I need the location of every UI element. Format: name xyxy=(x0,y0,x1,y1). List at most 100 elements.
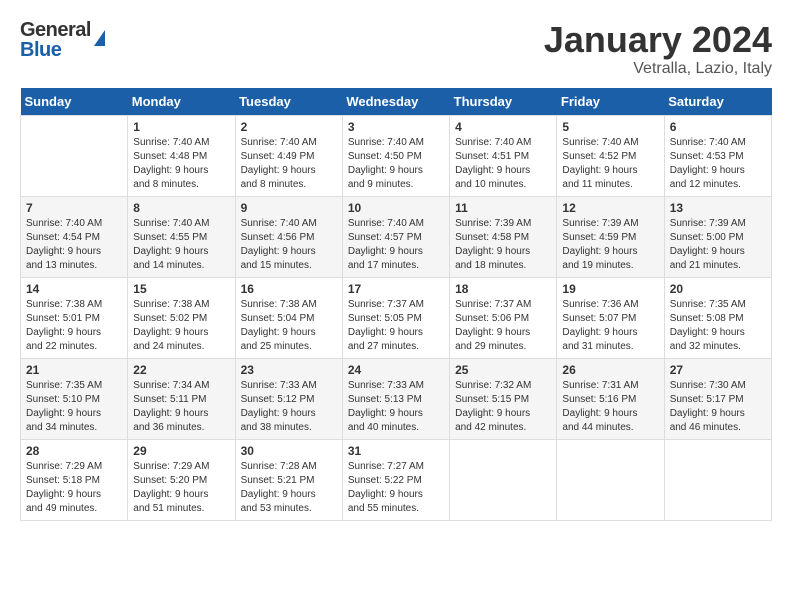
calendar-cell: 8Sunrise: 7:40 AMSunset: 4:55 PMDaylight… xyxy=(128,196,235,277)
calendar-cell: 18Sunrise: 7:37 AMSunset: 5:06 PMDayligh… xyxy=(450,277,557,358)
calendar-cell: 25 Sunrise: 7:32 AMSunset: 5:15 PMDayligh… xyxy=(450,358,557,439)
day-number: 12 xyxy=(562,201,658,215)
col-header-monday: Monday xyxy=(128,88,235,116)
col-header-wednesday: Wednesday xyxy=(342,88,449,116)
day-number: 7 xyxy=(26,201,122,215)
day-number: 21 xyxy=(26,363,122,377)
day-info: Sunrise: 7:40 AMSunset: 4:51 PMDaylight:… xyxy=(455,136,551,192)
calendar-cell: 22 Sunrise: 7:34 AMSunset: 5:11 PMDayligh… xyxy=(128,358,235,439)
day-number: 17 xyxy=(348,282,444,296)
calendar-cell: 29Sunrise: 7:29 AMSunset: 5:20 PMDayligh… xyxy=(128,439,235,520)
calendar-cell: 2 Sunrise: 7:40 AMSunset: 4:49 PMDaylight… xyxy=(235,115,342,196)
day-number: 18 xyxy=(455,282,551,296)
day-info: Sunrise: 7:39 AMSunset: 5:00 PMDaylight:… xyxy=(670,217,766,273)
day-number: 1 xyxy=(133,120,229,134)
day-number: 19 xyxy=(562,282,658,296)
day-number: 31 xyxy=(348,444,444,458)
calendar-week-row: 14 Sunrise: 7:38 AMSunset: 5:01 PMDayligh… xyxy=(21,277,772,358)
calendar-cell: 11Sunrise: 7:39 AMSunset: 4:58 PMDayligh… xyxy=(450,196,557,277)
calendar-cell xyxy=(664,439,771,520)
day-info: Sunrise: 7:27 AMSunset: 5:22 PMDaylight:… xyxy=(348,460,444,516)
day-number: 6 xyxy=(670,120,766,134)
day-number: 11 xyxy=(455,201,551,215)
day-number: 23 xyxy=(241,363,337,377)
day-number: 26 xyxy=(562,363,658,377)
calendar-cell: 13 Sunrise: 7:39 AMSunset: 5:00 PMDayligh… xyxy=(664,196,771,277)
day-number: 16 xyxy=(241,282,337,296)
calendar-cell: 31 Sunrise: 7:27 AMSunset: 5:22 PMDayligh… xyxy=(342,439,449,520)
day-number: 3 xyxy=(348,120,444,134)
col-header-thursday: Thursday xyxy=(450,88,557,116)
calendar-cell: 30 Sunrise: 7:28 AMSunset: 5:21 PMDayligh… xyxy=(235,439,342,520)
calendar-cell: 17 Sunrise: 7:37 AMSunset: 5:05 PMDayligh… xyxy=(342,277,449,358)
day-number: 13 xyxy=(670,201,766,215)
day-info: Sunrise: 7:29 AMSunset: 5:18 PMDaylight:… xyxy=(26,460,122,516)
calendar-cell: 20 Sunrise: 7:35 AMSunset: 5:08 PMDayligh… xyxy=(664,277,771,358)
calendar-cell: 15 Sunrise: 7:38 AMSunset: 5:02 PMDayligh… xyxy=(128,277,235,358)
day-number: 20 xyxy=(670,282,766,296)
col-header-tuesday: Tuesday xyxy=(235,88,342,116)
day-number: 28 xyxy=(26,444,122,458)
day-number: 5 xyxy=(562,120,658,134)
day-info: Sunrise: 7:40 AMSunset: 4:56 PMDaylight:… xyxy=(241,217,337,273)
calendar-table: SundayMondayTuesdayWednesdayThursdayFrid… xyxy=(20,88,772,521)
calendar-cell: 27Sunrise: 7:30 AMSunset: 5:17 PMDayligh… xyxy=(664,358,771,439)
calendar-cell: 24 Sunrise: 7:33 AMSunset: 5:13 PMDayligh… xyxy=(342,358,449,439)
calendar-cell: 19 Sunrise: 7:36 AMSunset: 5:07 PMDayligh… xyxy=(557,277,664,358)
day-info: Sunrise: 7:35 AMSunset: 5:08 PMDaylight:… xyxy=(670,298,766,354)
day-number: 15 xyxy=(133,282,229,296)
logo-triangle-icon xyxy=(94,30,105,46)
calendar-cell: 3 Sunrise: 7:40 AMSunset: 4:50 PMDaylight… xyxy=(342,115,449,196)
day-info: Sunrise: 7:33 AMSunset: 5:13 PMDaylight:… xyxy=(348,379,444,435)
day-info: Sunrise: 7:30 AMSunset: 5:17 PMDaylight:… xyxy=(670,379,766,435)
day-info: Sunrise: 7:35 AMSunset: 5:10 PMDaylight:… xyxy=(26,379,122,435)
calendar-cell: 5Sunrise: 7:40 AMSunset: 4:52 PMDaylight… xyxy=(557,115,664,196)
calendar-week-row: 1Sunrise: 7:40 AMSunset: 4:48 PMDaylight… xyxy=(21,115,772,196)
day-info: Sunrise: 7:40 AMSunset: 4:53 PMDaylight:… xyxy=(670,136,766,192)
calendar-cell xyxy=(557,439,664,520)
day-number: 24 xyxy=(348,363,444,377)
day-number: 9 xyxy=(241,201,337,215)
calendar-cell: 23 Sunrise: 7:33 AMSunset: 5:12 PMDayligh… xyxy=(235,358,342,439)
day-number: 22 xyxy=(133,363,229,377)
day-info: Sunrise: 7:40 AMSunset: 4:57 PMDaylight:… xyxy=(348,217,444,273)
day-number: 10 xyxy=(348,201,444,215)
calendar-cell: 28 Sunrise: 7:29 AMSunset: 5:18 PMDayligh… xyxy=(21,439,128,520)
calendar-week-row: 28 Sunrise: 7:29 AMSunset: 5:18 PMDayligh… xyxy=(21,439,772,520)
day-number: 25 xyxy=(455,363,551,377)
location-subtitle: Vetralla, Lazio, Italy xyxy=(544,60,772,78)
day-number: 14 xyxy=(26,282,122,296)
calendar-cell: 9 Sunrise: 7:40 AMSunset: 4:56 PMDaylight… xyxy=(235,196,342,277)
logo-text: General Blue xyxy=(20,20,91,60)
day-info: Sunrise: 7:34 AMSunset: 5:11 PMDaylight:… xyxy=(133,379,229,435)
day-info: Sunrise: 7:39 AMSunset: 4:59 PMDaylight:… xyxy=(562,217,658,273)
day-info: Sunrise: 7:32 AMSunset: 5:15 PMDaylight:… xyxy=(455,379,551,435)
calendar-cell xyxy=(450,439,557,520)
day-info: Sunrise: 7:31 AMSunset: 5:16 PMDaylight:… xyxy=(562,379,658,435)
col-header-saturday: Saturday xyxy=(664,88,771,116)
calendar-cell: 7 Sunrise: 7:40 AMSunset: 4:54 PMDaylight… xyxy=(21,196,128,277)
calendar-cell: 14 Sunrise: 7:38 AMSunset: 5:01 PMDayligh… xyxy=(21,277,128,358)
day-info: Sunrise: 7:38 AMSunset: 5:02 PMDaylight:… xyxy=(133,298,229,354)
calendar-cell: 10 Sunrise: 7:40 AMSunset: 4:57 PMDayligh… xyxy=(342,196,449,277)
day-info: Sunrise: 7:36 AMSunset: 5:07 PMDaylight:… xyxy=(562,298,658,354)
day-info: Sunrise: 7:28 AMSunset: 5:21 PMDaylight:… xyxy=(241,460,337,516)
calendar-header-row: SundayMondayTuesdayWednesdayThursdayFrid… xyxy=(21,88,772,116)
day-info: Sunrise: 7:40 AMSunset: 4:49 PMDaylight:… xyxy=(241,136,337,192)
col-header-friday: Friday xyxy=(557,88,664,116)
day-info: Sunrise: 7:38 AMSunset: 5:04 PMDaylight:… xyxy=(241,298,337,354)
day-info: Sunrise: 7:29 AMSunset: 5:20 PMDaylight:… xyxy=(133,460,229,516)
day-info: Sunrise: 7:37 AMSunset: 5:05 PMDaylight:… xyxy=(348,298,444,354)
col-header-sunday: Sunday xyxy=(21,88,128,116)
day-number: 30 xyxy=(241,444,337,458)
title-block: January 2024 Vetralla, Lazio, Italy xyxy=(544,20,772,78)
day-info: Sunrise: 7:40 AMSunset: 4:50 PMDaylight:… xyxy=(348,136,444,192)
day-info: Sunrise: 7:40 AMSunset: 4:54 PMDaylight:… xyxy=(26,217,122,273)
day-info: Sunrise: 7:33 AMSunset: 5:12 PMDaylight:… xyxy=(241,379,337,435)
day-info: Sunrise: 7:38 AMSunset: 5:01 PMDaylight:… xyxy=(26,298,122,354)
calendar-cell: 12 Sunrise: 7:39 AMSunset: 4:59 PMDayligh… xyxy=(557,196,664,277)
month-title: January 2024 xyxy=(544,20,772,60)
logo-general: General xyxy=(20,20,91,40)
logo-blue: Blue xyxy=(20,40,91,60)
day-number: 2 xyxy=(241,120,337,134)
